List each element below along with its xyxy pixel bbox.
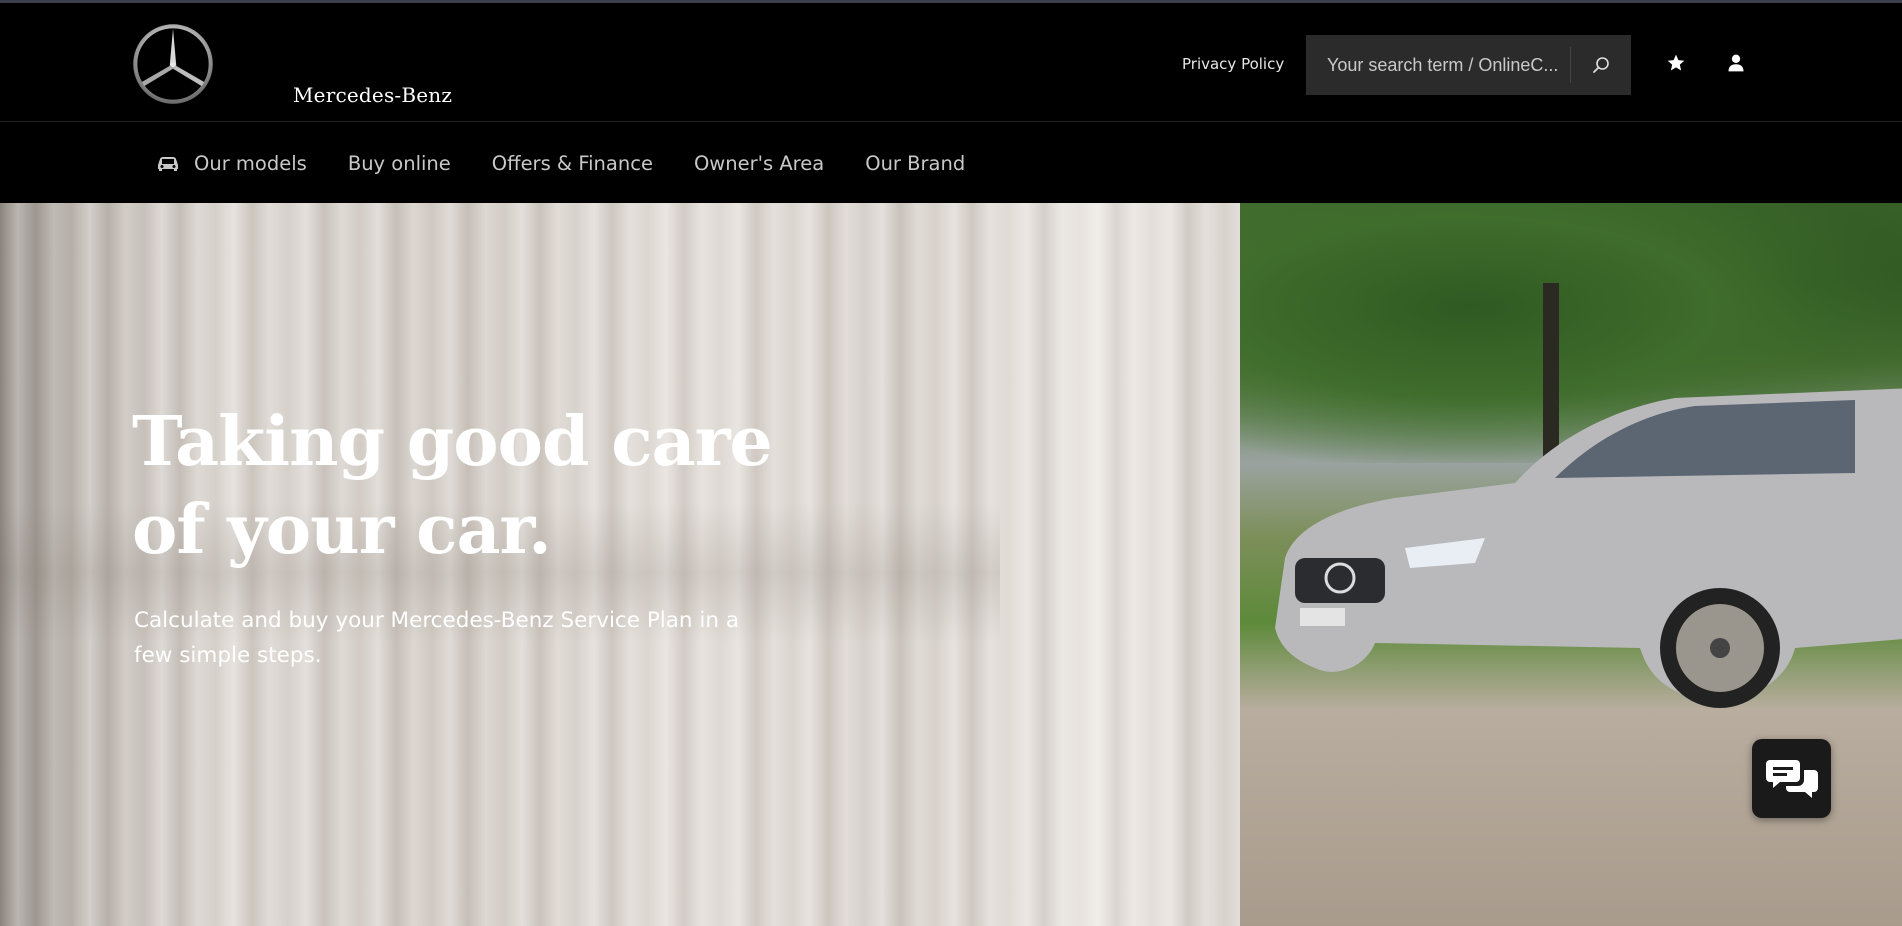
- nav-item-label: Buy online: [347, 151, 451, 175]
- star-icon: [1667, 54, 1685, 71]
- nav-item-our-models[interactable]: Our models: [156, 152, 307, 175]
- account-button[interactable]: [1722, 49, 1750, 77]
- search-input[interactable]: [1306, 35, 1570, 95]
- nav-item-buy-online[interactable]: Buy online: [348, 152, 451, 175]
- search-box: [1306, 35, 1631, 95]
- mercedes-star-logo[interactable]: [132, 23, 214, 105]
- main-nav: Our models Buy online Offers & Finance O…: [0, 123, 1902, 203]
- nav-item-our-brand[interactable]: Our Brand: [865, 152, 965, 175]
- nav-list: Our models Buy online Offers & Finance O…: [156, 123, 1006, 203]
- hero-subtitle: Calculate and buy your Mercedes-Benz Ser…: [134, 608, 740, 668]
- favorites-button[interactable]: [1662, 49, 1690, 77]
- user-icon: [1728, 54, 1744, 72]
- privacy-policy-link[interactable]: Privacy Policy: [1182, 55, 1284, 73]
- hero-banner: Taking good care of your car. Calculate …: [0, 203, 1902, 926]
- nav-item-label: Owner's Area: [693, 151, 825, 175]
- nav-item-offers-finance[interactable]: Offers & Finance: [492, 152, 653, 175]
- hero-title: Taking good care of your car.: [132, 402, 773, 570]
- hero-car-image: [1275, 388, 1902, 708]
- search-icon: [1593, 57, 1609, 73]
- nav-item-owners-area[interactable]: Owner's Area: [694, 152, 824, 175]
- chat-bubbles-icon: [1765, 759, 1818, 798]
- nav-item-label: Our Brand: [865, 151, 966, 175]
- search-button[interactable]: [1571, 35, 1631, 95]
- site-header: Mercedes-Benz Privacy Policy: [0, 3, 1902, 122]
- nav-item-label: Offers & Finance: [491, 151, 653, 175]
- nav-item-label: Our models: [194, 151, 307, 175]
- brand-name: Mercedes-Benz: [293, 83, 453, 107]
- chat-button[interactable]: [1752, 739, 1831, 818]
- car-icon: [156, 155, 180, 171]
